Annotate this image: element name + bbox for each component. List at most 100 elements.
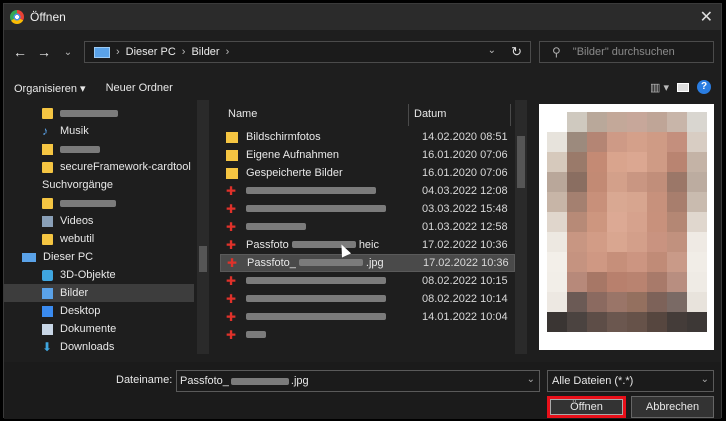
file-row[interactable]: ✚ 04.03.2022 12:08 (220, 182, 515, 200)
image-file-icon: ✚ (226, 201, 237, 216)
folder-icon (226, 167, 238, 179)
folder-icon (42, 161, 53, 173)
preview-pixel (667, 152, 687, 172)
file-row[interactable]: ✚ 14.01.2022 10:04 (220, 308, 515, 326)
window-title: Öffnen (30, 10, 66, 24)
folder-row[interactable]: Bildschirmfotos 14.02.2020 08:51 (220, 128, 515, 146)
preview-pixel (587, 152, 607, 172)
new-folder-button[interactable]: Neuer Ordner (102, 82, 177, 94)
folder-row[interactable]: Eigene Aufnahmen 16.01.2020 07:06 (220, 146, 515, 164)
column-divider[interactable] (408, 104, 409, 126)
file-row[interactable]: ✚ 03.03.2022 15:48 (220, 200, 515, 218)
open-file-dialog: Öffnen ✕ ← → ⌄ ↑ › Dieser PC › Bilder › … (3, 3, 722, 419)
file-list-scroll-thumb[interactable] (517, 136, 525, 188)
address-bar[interactable]: › Dieser PC › Bilder › ⌄ ↻ (84, 41, 531, 63)
file-row[interactable]: ✚ 08.02.2022 10:14 (220, 290, 515, 308)
preview-pixel (687, 112, 707, 132)
organize-button[interactable]: Organisieren ▾ (10, 82, 90, 95)
file-name (246, 329, 422, 341)
redacted-text (60, 109, 118, 117)
open-button[interactable]: Öffnen (547, 396, 626, 418)
file-row[interactable]: ✚ Passfoto_ .jpg 17.02.2022 10:36 (220, 254, 515, 272)
preview-pixel (687, 132, 707, 152)
redacted-text (298, 259, 363, 266)
column-divider[interactable] (510, 104, 511, 126)
file-date: 08.02.2022 10:15 (422, 275, 508, 287)
nav-item[interactable]: Desktop (4, 302, 194, 320)
back-button[interactable]: ← (12, 44, 28, 60)
view-options-icon[interactable]: ▥ ▾ (650, 81, 669, 94)
nav-item[interactable] (4, 194, 194, 212)
nav-item[interactable]: Dieser PC (4, 248, 194, 266)
dialog-footer: Dateiname: Passfoto_ .jpg ⌄ Alle Dateien… (4, 362, 721, 419)
preview-pixel (647, 312, 667, 332)
file-name (246, 275, 422, 287)
preview-pixel (547, 132, 567, 152)
chevron-down-icon[interactable]: ⌄ (701, 374, 709, 385)
breadcrumb-separator[interactable]: › (226, 46, 230, 58)
command-bar: Organisieren ▾ Neuer Ordner ▥ ▾ ? (4, 76, 721, 100)
nav-item-label: secureFramework-cardtool (60, 161, 191, 173)
file-name-suffix: heic (358, 239, 379, 251)
column-header-date[interactable]: Datum (414, 104, 504, 124)
redacted-text (246, 331, 266, 338)
nav-item[interactable] (4, 104, 194, 122)
preview-pixel (687, 272, 707, 292)
folder-icon (226, 131, 238, 143)
preview-pixel (607, 112, 627, 132)
preview-pixel (667, 292, 687, 312)
folder-row[interactable]: Gespeicherte Bilder 16.01.2020 07:06 (220, 164, 515, 182)
nav-item[interactable]: ⬇ Downloads (4, 338, 194, 354)
nav-scroll-thumb[interactable] (199, 246, 207, 272)
nav-item[interactable]: Videos (4, 212, 194, 230)
preview-pixel (567, 172, 587, 192)
nav-item[interactable]: Suchvorgänge (4, 176, 194, 194)
chevron-down-icon[interactable]: ⌄ (527, 374, 535, 385)
folder-icon (42, 197, 53, 209)
search-placeholder: "Bilder" durchsuchen (572, 46, 675, 58)
forward-button[interactable]: → (36, 44, 52, 60)
filename-suffix: .jpg (290, 375, 309, 387)
preview-pixel (547, 252, 567, 272)
nav-item[interactable] (4, 140, 194, 158)
nav-item[interactable]: 3D-Objekte (4, 266, 194, 284)
column-header-name[interactable]: Name (220, 104, 400, 124)
nav-scrollbar[interactable] (197, 100, 209, 354)
downloads-icon: ⬇ (42, 339, 53, 354)
preview-pixel (667, 172, 687, 192)
preview-pixel (627, 192, 647, 212)
nav-item[interactable]: ♪ Musik (4, 122, 194, 140)
chevron-down-icon[interactable]: ⌄ (488, 45, 496, 56)
breadcrumb-separator[interactable]: › (182, 46, 186, 58)
file-name (246, 185, 422, 197)
breadcrumb-dieser-pc[interactable]: Dieser PC (126, 46, 176, 58)
filetype-select[interactable]: Alle Dateien (*.*) ⌄ (547, 370, 714, 392)
breadcrumb-separator[interactable]: › (116, 46, 120, 58)
breadcrumb-bilder[interactable]: Bilder (191, 46, 219, 58)
close-icon[interactable]: ✕ (700, 7, 713, 27)
nav-item-label: Videos (60, 215, 94, 227)
refresh-icon[interactable]: ↻ (511, 44, 522, 60)
search-input[interactable]: ⚲ "Bilder" durchsuchen (539, 41, 714, 63)
file-list-scrollbar[interactable] (515, 100, 527, 354)
recent-locations-button[interactable]: ⌄ (60, 47, 76, 58)
preview-pixel (687, 192, 707, 212)
preview-pixel (547, 152, 567, 172)
nav-item-label: Desktop (60, 305, 101, 317)
file-row[interactable]: ✚ 08.02.2022 10:15 (220, 272, 515, 290)
file-row[interactable]: ✚ 01.03.2022 12:58 (220, 218, 515, 236)
preview-pane-icon[interactable] (677, 82, 689, 92)
cancel-button[interactable]: Abbrechen (631, 396, 714, 418)
filename-field[interactable]: Passfoto_ .jpg ⌄ (176, 370, 540, 392)
preview-pixel (587, 312, 607, 332)
file-row[interactable]: ✚ (220, 326, 515, 344)
nav-item[interactable]: webutil (4, 230, 194, 248)
preview-pixel (667, 252, 687, 272)
file-row[interactable]: ✚ Passfoto heic 17.02.2022 10:36 (220, 236, 515, 254)
chrome-icon (10, 10, 24, 24)
nav-item[interactable]: Bilder (4, 284, 194, 302)
help-icon[interactable]: ? (697, 80, 711, 94)
nav-item[interactable]: Dokumente (4, 320, 194, 338)
preview-pixel (587, 232, 607, 252)
nav-item[interactable]: secureFramework-cardtool (4, 158, 194, 176)
